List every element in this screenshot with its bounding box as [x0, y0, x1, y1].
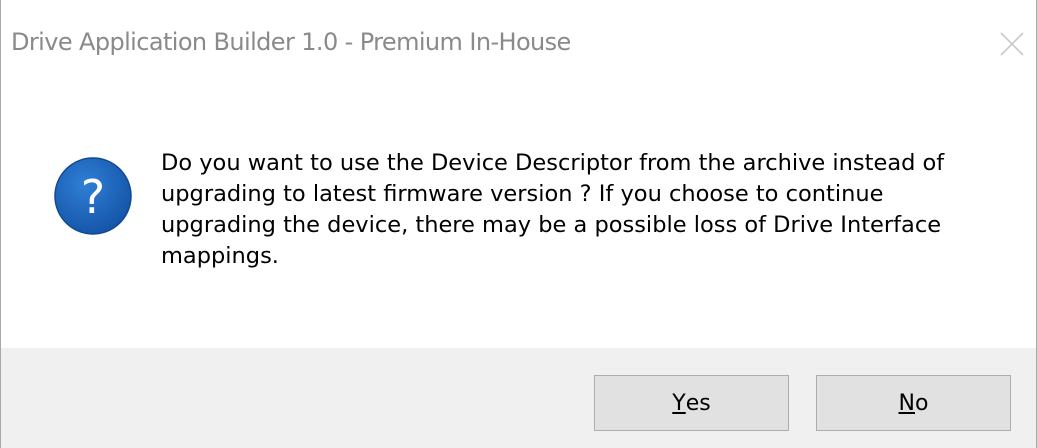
message-dialog: Drive Application Builder 1.0 - Premium …	[0, 0, 1037, 448]
no-button[interactable]: No	[816, 375, 1011, 431]
title-bar[interactable]: Drive Application Builder 1.0 - Premium …	[1, 0, 1036, 90]
close-button[interactable]	[996, 28, 1028, 60]
window-title: Drive Application Builder 1.0 - Premium …	[11, 28, 571, 56]
yes-button[interactable]: Yes	[594, 375, 789, 431]
dialog-content: ? Do you want to use the Device Descript…	[1, 90, 1036, 348]
dialog-message: Do you want to use the Device Descriptor…	[161, 150, 945, 269]
close-icon	[1000, 32, 1024, 56]
no-label-rest: o	[915, 390, 929, 416]
question-icon: ?	[53, 156, 133, 236]
svg-text:?: ?	[81, 170, 105, 224]
yes-label-rest: es	[685, 390, 711, 416]
button-bar: Yes No	[1, 348, 1036, 448]
no-mnemonic: N	[898, 390, 915, 416]
yes-mnemonic: Y	[672, 390, 686, 416]
